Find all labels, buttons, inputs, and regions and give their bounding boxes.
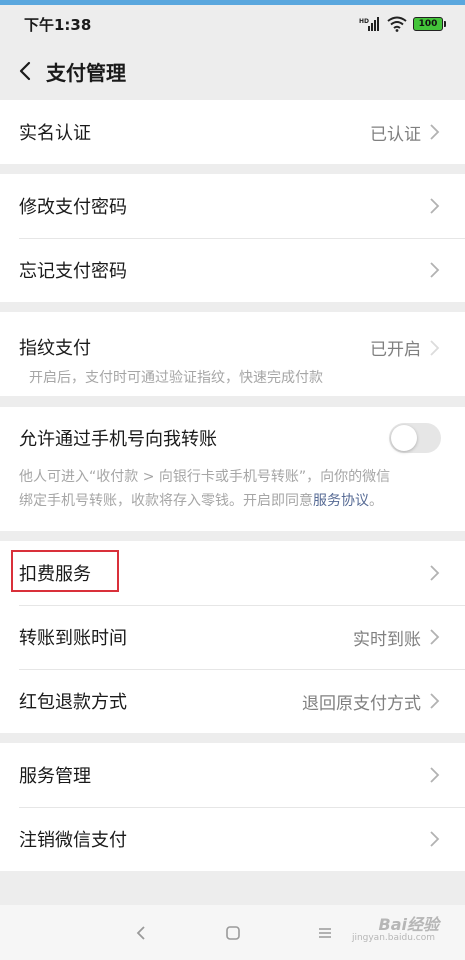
realname-status: 已认证: [370, 124, 421, 145]
watermark-brand: Bai经验: [378, 915, 439, 934]
wifi-icon: [387, 16, 407, 32]
phone-transfer-group: 允许通过手机号向我转账 他人可进入“收付款 > 向银行卡或手机号转账”，向你的微…: [0, 407, 465, 531]
service-management-label: 服务管理: [19, 766, 91, 787]
service-agreement-link[interactable]: 服务协议: [313, 493, 369, 509]
realname-group: 实名认证 已认证: [0, 100, 465, 164]
fingerprint-row[interactable]: 指纹支付 已开启: [0, 312, 465, 366]
red-packet-refund-label: 红包退款方式: [19, 692, 127, 713]
chevron-right-icon: [430, 124, 440, 140]
fingerprint-label: 指纹支付: [19, 338, 91, 359]
chevron-right-icon: [430, 629, 440, 645]
realname-row[interactable]: 实名认证 已认证: [0, 100, 465, 164]
watermark-url: jingyan.baidu.com: [351, 933, 435, 943]
nav-home-icon: [225, 925, 240, 940]
nav-menu-icon: [318, 927, 331, 938]
status-time: 下午1:38: [24, 15, 92, 34]
toggle-knob: [391, 425, 417, 451]
realname-label: 实名认证: [19, 123, 91, 144]
chevron-right-icon: [430, 198, 440, 214]
chevron-right-icon: [430, 693, 440, 709]
phone-transfer-toggle[interactable]: [389, 423, 441, 453]
password-group: 修改支付密码 忘记支付密码: [0, 174, 465, 302]
forgot-password-label: 忘记支付密码: [19, 261, 127, 282]
signal-icon: HD: [359, 17, 379, 31]
signal-hd-label: HD: [359, 18, 369, 25]
fingerprint-status: 已开启: [370, 340, 421, 360]
fingerprint-description: 开启后，支付时可通过验证指纹，快速完成付款: [29, 370, 323, 386]
menu-nav-button[interactable]: [309, 917, 341, 949]
transfer-time-value: 实时到账: [353, 629, 421, 650]
phone-transfer-row: 允许通过手机号向我转账: [0, 407, 465, 469]
modify-password-label: 修改支付密码: [19, 197, 127, 218]
home-nav-button[interactable]: [217, 917, 249, 949]
management-group: 服务管理 注销微信支付: [0, 743, 465, 871]
chevron-right-icon: [430, 339, 440, 356]
navigation-bar: 支付管理: [0, 43, 465, 99]
status-bar: 下午1:38 HD 100: [0, 5, 465, 43]
chevron-right-icon: [430, 565, 440, 581]
battery-level: 100: [418, 19, 438, 29]
phone-transfer-label: 允许通过手机号向我转账: [19, 429, 217, 450]
chevron-right-icon: [430, 262, 440, 278]
chevron-right-icon: [430, 831, 440, 847]
forgot-password-row[interactable]: 忘记支付密码: [0, 238, 465, 302]
red-packet-refund-value: 退回原支付方式: [302, 693, 421, 714]
nav-back-icon: [136, 925, 145, 940]
fingerprint-group: 指纹支付 已开启 开启后，支付时可通过验证指纹，快速完成付款: [0, 312, 465, 396]
cancel-pay-label: 注销微信支付: [19, 830, 127, 851]
cancel-pay-row[interactable]: 注销微信支付: [0, 807, 465, 871]
phone-transfer-desc-prefix: 绑定手机号转账，收款将存入零钱。开启即同意: [19, 493, 313, 509]
modify-password-row[interactable]: 修改支付密码: [0, 174, 465, 238]
status-icons: HD 100: [359, 16, 446, 32]
transfer-time-label: 转账到账时间: [19, 628, 127, 649]
phone-transfer-description: 他人可进入“收付款 > 向银行卡或手机号转账”，向你的微信 绑定手机号转账，收款…: [0, 465, 465, 513]
chevron-right-icon: [430, 767, 440, 783]
transfer-time-row[interactable]: 转账到账时间 实时到账: [0, 605, 465, 669]
service-management-row[interactable]: 服务管理: [0, 743, 465, 807]
red-packet-refund-row[interactable]: 红包退款方式 退回原支付方式: [0, 669, 465, 733]
page-title: 支付管理: [46, 60, 126, 85]
phone-transfer-desc-line2: 绑定手机号转账，收款将存入零钱。开启即同意服务协议。: [19, 489, 465, 513]
highlight-box: [11, 550, 119, 592]
back-arrow-icon[interactable]: [14, 56, 36, 86]
back-nav-button[interactable]: [125, 917, 157, 949]
phone-transfer-desc-suffix: 。: [369, 493, 383, 509]
battery-icon: 100: [413, 17, 446, 31]
